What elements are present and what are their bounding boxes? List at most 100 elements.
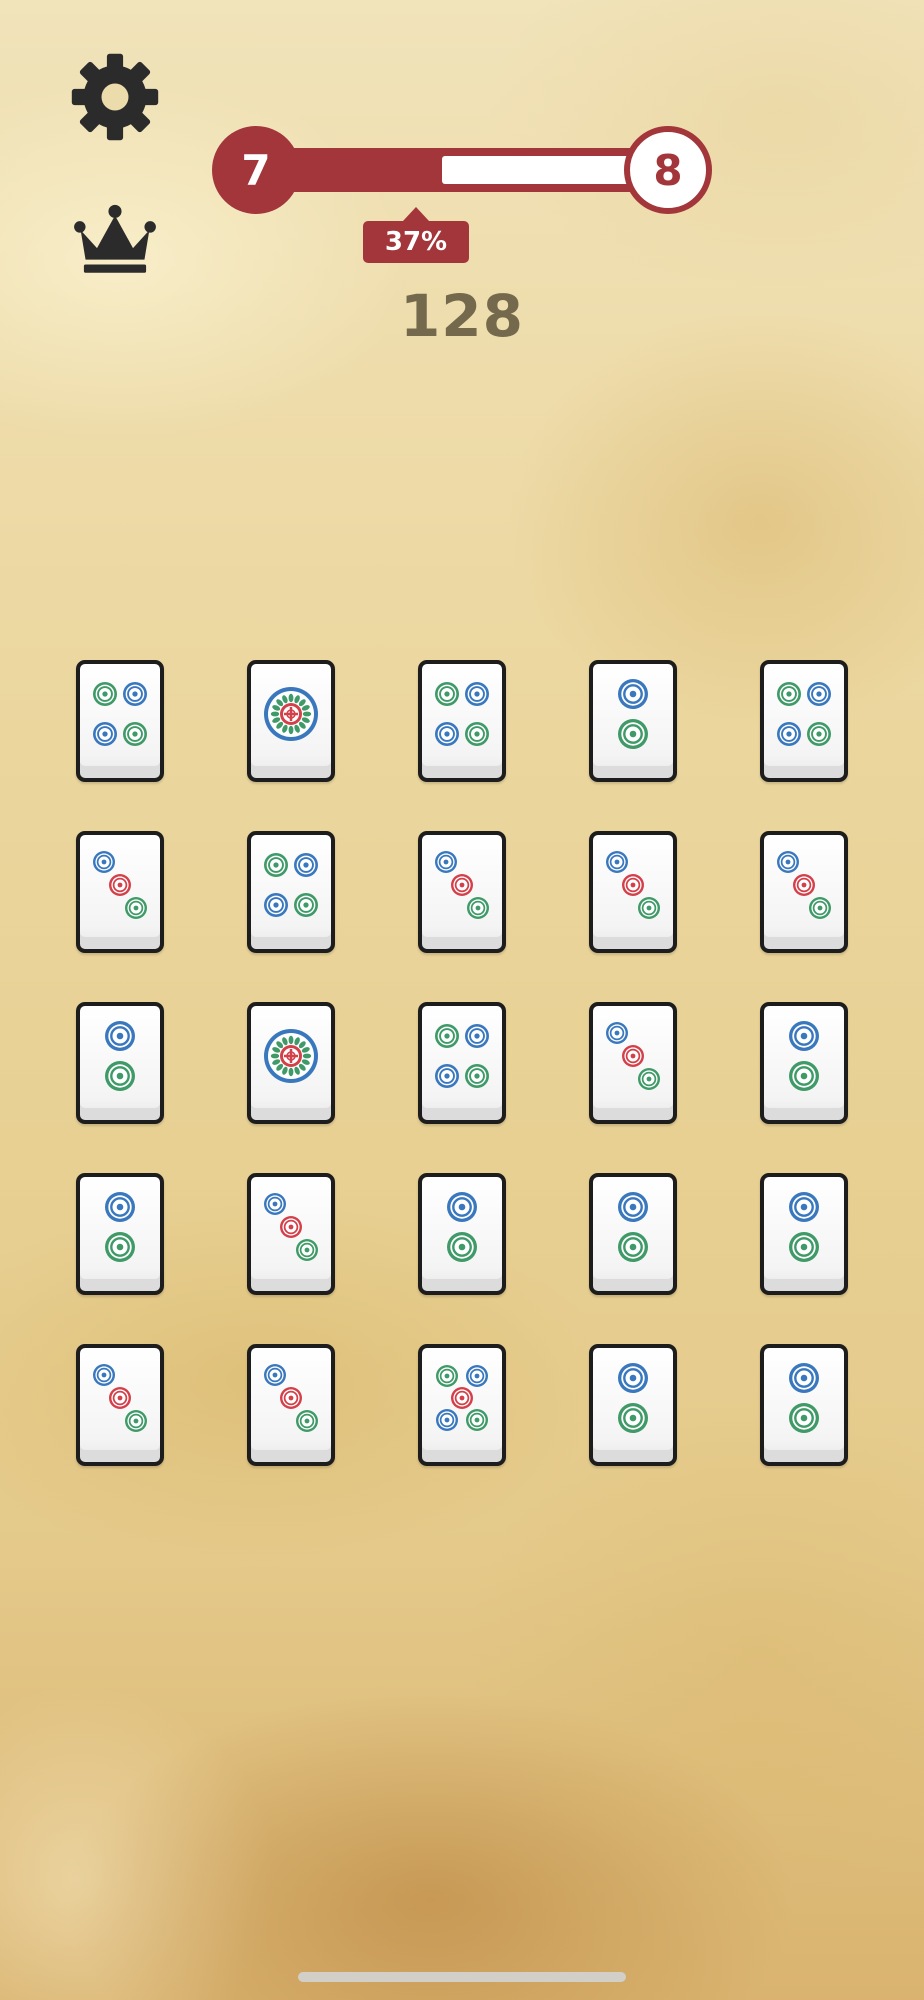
circle-dot [125, 1410, 147, 1432]
circle-dot [280, 1216, 302, 1238]
circle-dot [809, 897, 831, 919]
progress-track [272, 148, 662, 192]
circle-dot [436, 1365, 458, 1387]
gear-icon [71, 53, 159, 141]
circle-dot [618, 1192, 648, 1222]
tile-three-dots[interactable] [247, 1344, 335, 1466]
circle-dot [435, 682, 459, 706]
circle-dot [435, 851, 457, 873]
tile-three-dots[interactable] [589, 1002, 677, 1124]
tile-three-dots[interactable] [589, 831, 677, 953]
two-dots-icon [789, 1192, 819, 1262]
circle-dot [618, 1363, 648, 1393]
circle-dot [777, 722, 801, 746]
circle-dot [435, 1064, 459, 1088]
progress-percent-badge: 37% [363, 207, 469, 263]
circle-dot [618, 679, 648, 709]
circle-dot [93, 682, 117, 706]
tile-four-dots[interactable] [760, 660, 848, 782]
tile-flower-one-dot[interactable] [247, 660, 335, 782]
tile-two-dots[interactable] [760, 1344, 848, 1466]
circle-dot [294, 893, 318, 917]
flower-dot [264, 1029, 318, 1083]
tile-three-dots[interactable] [760, 831, 848, 953]
circle-dot [264, 1364, 286, 1386]
tile-flower-one-dot[interactable] [247, 1002, 335, 1124]
three-dots-icon [606, 1022, 660, 1090]
circle-dot [789, 1021, 819, 1051]
circle-dot [606, 851, 628, 873]
tile-two-dots[interactable] [760, 1173, 848, 1295]
tile-three-dots[interactable] [418, 831, 506, 953]
tile-two-dots[interactable] [76, 1002, 164, 1124]
circle-dot [789, 1192, 819, 1222]
tile-two-dots[interactable] [76, 1173, 164, 1295]
circle-dot [435, 1024, 459, 1048]
circle-dot [105, 1021, 135, 1051]
level-progress: 7 8 [212, 126, 712, 214]
circle-dot [466, 1409, 488, 1431]
tile-two-dots[interactable] [418, 1173, 506, 1295]
circle-dot [123, 682, 147, 706]
three-dots-icon [264, 1364, 318, 1432]
tile-three-dots[interactable] [76, 1344, 164, 1466]
four-dots-icon [777, 682, 831, 746]
flower-one-dot-icon [264, 687, 318, 741]
next-level-badge: 8 [624, 126, 712, 214]
circle-dot [451, 874, 473, 896]
tile-five-dots[interactable] [418, 1344, 506, 1466]
flower-one-dot-icon [264, 1029, 318, 1083]
circle-dot [777, 851, 799, 873]
circle-dot [105, 1232, 135, 1262]
tile-three-dots[interactable] [247, 1173, 335, 1295]
circle-dot [264, 853, 288, 877]
tile-four-dots[interactable] [418, 660, 506, 782]
three-dots-icon [264, 1193, 318, 1261]
three-dots-icon [777, 851, 831, 919]
two-dots-icon [789, 1021, 819, 1091]
circle-dot [93, 722, 117, 746]
progress-percent-label: 37% [384, 227, 448, 257]
circle-dot [296, 1410, 318, 1432]
circle-dot [436, 1409, 458, 1431]
circle-dot [807, 682, 831, 706]
settings-button[interactable] [70, 52, 160, 142]
circle-dot [296, 1239, 318, 1261]
circle-dot [93, 1364, 115, 1386]
leaderboard-button[interactable] [74, 204, 156, 276]
three-dots-icon [435, 851, 489, 919]
tile-four-dots[interactable] [247, 831, 335, 953]
circle-dot [109, 1387, 131, 1409]
two-dots-icon [105, 1192, 135, 1262]
tile-four-dots[interactable] [418, 1002, 506, 1124]
tile-two-dots[interactable] [760, 1002, 848, 1124]
home-indicator[interactable] [298, 1972, 626, 1982]
next-level-number: 8 [653, 145, 683, 195]
circle-dot [622, 874, 644, 896]
circle-dot [105, 1192, 135, 1222]
circle-dot [807, 722, 831, 746]
circle-dot [294, 853, 318, 877]
circle-dot [777, 682, 801, 706]
tile-two-dots[interactable] [589, 1344, 677, 1466]
tile-two-dots[interactable] [589, 660, 677, 782]
circle-dot [435, 722, 459, 746]
tile-two-dots[interactable] [589, 1173, 677, 1295]
tile-three-dots[interactable] [76, 831, 164, 953]
tile-four-dots[interactable] [76, 660, 164, 782]
three-dots-icon [93, 851, 147, 919]
three-dots-icon [93, 1364, 147, 1432]
circle-dot [467, 897, 489, 919]
circle-dot [465, 1064, 489, 1088]
circle-dot [606, 1022, 628, 1044]
four-dots-icon [435, 682, 489, 746]
circle-dot [264, 893, 288, 917]
circle-dot [105, 1061, 135, 1091]
four-dots-icon [264, 853, 318, 917]
circle-dot [466, 1365, 488, 1387]
flower-dot [264, 687, 318, 741]
circle-dot [280, 1387, 302, 1409]
circle-dot [638, 1068, 660, 1090]
circle-dot [789, 1232, 819, 1262]
current-level-badge: 7 [212, 126, 300, 214]
